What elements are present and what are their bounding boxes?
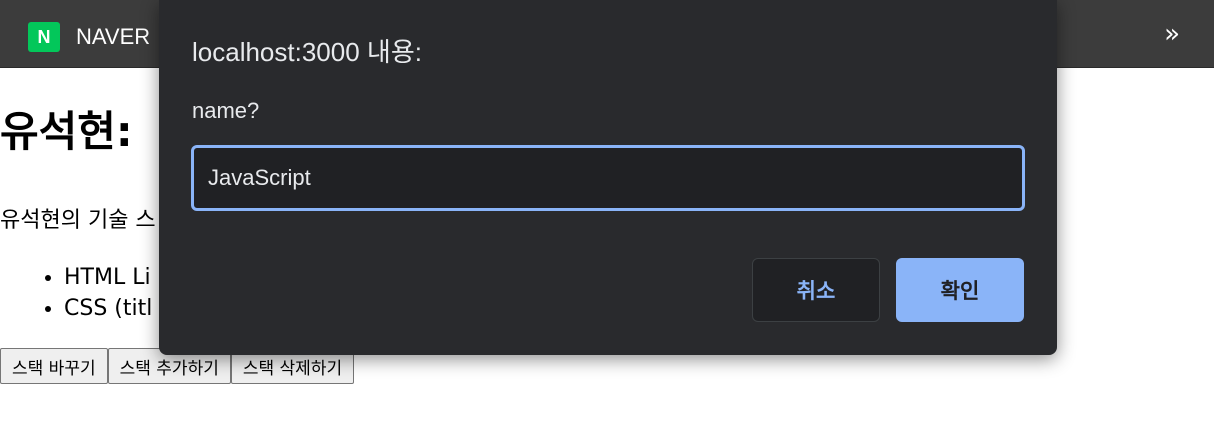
ok-button[interactable]: 확인	[896, 258, 1024, 322]
dialog-message: name?	[192, 98, 260, 123]
list-item: CSS (titl	[64, 293, 152, 324]
intro-text: 유석현의 기술 스	[0, 208, 156, 233]
more-bookmarks-icon[interactable]: »	[1164, 18, 1180, 50]
naver-logo-icon[interactable]: N	[28, 22, 60, 52]
prompt-input[interactable]	[191, 145, 1025, 211]
dialog-title: localhost:3000 내용:	[192, 37, 422, 67]
cancel-button[interactable]: 취소	[752, 258, 880, 322]
list-item: HTML Li	[64, 262, 152, 293]
prompt-dialog: localhost:3000 내용: name? 취소 확인	[159, 0, 1057, 355]
page-title: 유석현:	[0, 107, 133, 156]
change-stack-button[interactable]: 스택 바꾸기	[0, 348, 108, 384]
stack-list: HTML Li CSS (titl	[0, 262, 152, 324]
bookmark-naver-label[interactable]: NAVER	[76, 23, 150, 51]
